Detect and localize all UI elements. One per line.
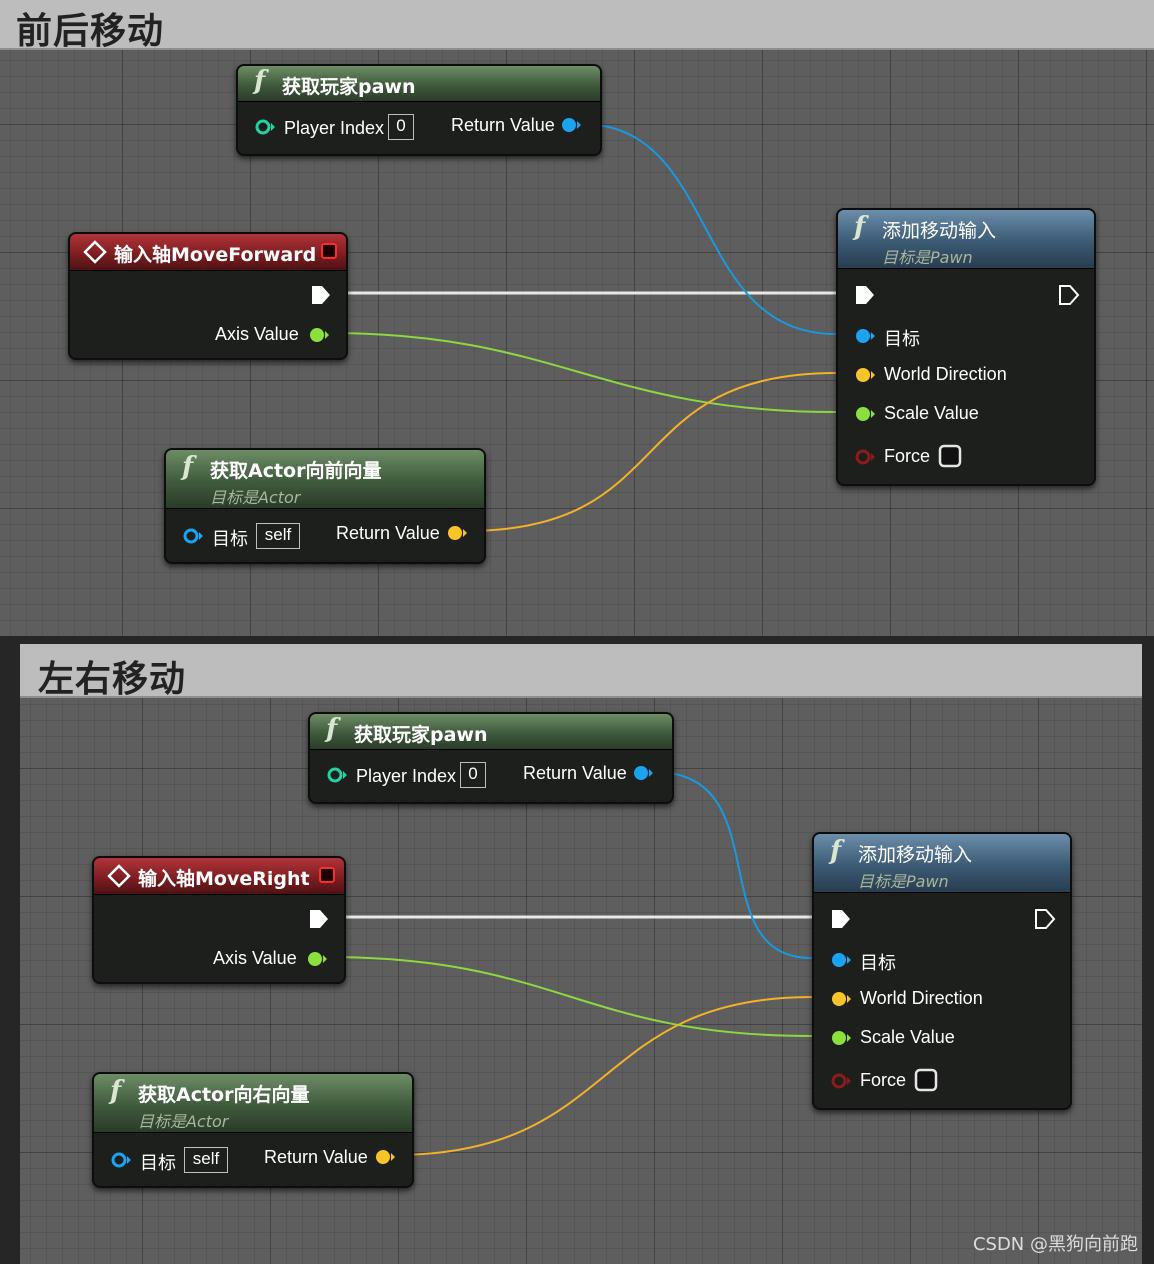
exec-out-pin-icon[interactable] <box>1034 908 1056 930</box>
delegate-pin-icon[interactable] <box>318 866 336 884</box>
node-add-movement-input[interactable]: f 添加移动输入 目标是Pawn 目标 World Direction Scal… <box>812 832 1072 1110</box>
vector-to-direction-wire <box>465 372 837 532</box>
int-pin-icon[interactable] <box>254 118 276 136</box>
function-icon: f <box>182 452 194 482</box>
function-icon: f <box>326 714 338 744</box>
return-value-label: Return Value <box>451 115 555 135</box>
node-subtitle: 目标是Pawn <box>882 248 973 267</box>
axis-to-scale-wire <box>327 332 837 413</box>
float-pin-icon[interactable] <box>830 1029 852 1047</box>
pawn-to-target-wire <box>653 771 813 959</box>
exec-in-pin-icon[interactable] <box>830 908 852 930</box>
function-icon: f <box>830 836 842 866</box>
float-pin-icon[interactable] <box>308 326 330 344</box>
pawn-to-target-wire <box>581 123 837 335</box>
target-label: 目标 <box>860 953 896 974</box>
target-self-input[interactable]: self <box>256 523 300 549</box>
event-diamond-icon <box>107 864 131 888</box>
node-input-axis-moveforward[interactable]: 输入轴MoveForward Axis Value <box>68 232 348 360</box>
world-direction-label: World Direction <box>860 988 983 1008</box>
target-label: 目标 <box>140 1153 176 1174</box>
return-value-label: Return Value <box>523 763 627 783</box>
exec-in-pin-icon[interactable] <box>854 284 876 306</box>
return-value-label: Return Value <box>264 1147 368 1167</box>
int-pin-icon[interactable] <box>326 766 348 784</box>
node-subtitle: 目标是Pawn <box>858 872 949 891</box>
node-title: 获取玩家pawn <box>354 724 488 746</box>
node-input-axis-moveright[interactable]: 输入轴MoveRight Axis Value <box>92 856 346 984</box>
vector-pin-icon[interactable] <box>854 366 876 384</box>
bool-pin-icon[interactable] <box>854 448 876 466</box>
object-pin-icon[interactable] <box>560 116 582 134</box>
target-label: 目标 <box>212 529 248 550</box>
node-get-actor-right-vector[interactable]: f 获取Actor向右向量 目标是Actor 目标 self Return Va… <box>92 1072 414 1188</box>
vector-pin-icon[interactable] <box>446 524 468 542</box>
object-pin-icon[interactable] <box>830 951 852 969</box>
object-pin-icon[interactable] <box>182 527 204 545</box>
node-get-player-pawn[interactable]: f 获取玩家pawn Player Index 0 Return Value <box>308 712 674 804</box>
force-checkbox[interactable] <box>914 1068 940 1094</box>
player-index-label: Player Index <box>356 766 457 786</box>
function-icon: f <box>254 66 266 96</box>
watermark: CSDN @黑狗向前跑 <box>972 1234 1138 1255</box>
object-pin-icon[interactable] <box>854 327 876 345</box>
node-subtitle: 目标是Actor <box>138 1112 229 1131</box>
event-diamond-icon <box>83 240 107 264</box>
float-pin-icon[interactable] <box>306 950 328 968</box>
axis-to-scale-wire <box>325 956 813 1037</box>
node-get-actor-forward-vector[interactable]: f 获取Actor向前向量 目标是Actor 目标 self Return Va… <box>164 448 486 564</box>
target-label: 目标 <box>884 329 920 350</box>
vector-pin-icon[interactable] <box>374 1148 396 1166</box>
player-index-input[interactable]: 0 <box>388 114 414 140</box>
node-title: 获取玩家pawn <box>282 76 416 98</box>
delegate-pin-icon[interactable] <box>320 242 338 260</box>
return-value-label: Return Value <box>336 523 440 543</box>
force-label: Force <box>860 1070 907 1090</box>
function-icon: f <box>854 212 866 242</box>
player-index-input[interactable]: 0 <box>460 762 486 788</box>
node-title: 输入轴MoveForward <box>114 244 317 266</box>
function-icon: f <box>110 1076 122 1106</box>
world-direction-label: World Direction <box>884 364 1007 384</box>
node-add-movement-input[interactable]: f 添加移动输入 目标是Pawn 目标 World Direction Scal… <box>836 208 1096 486</box>
vector-pin-icon[interactable] <box>830 990 852 1008</box>
float-pin-icon[interactable] <box>854 405 876 423</box>
scale-value-label: Scale Value <box>884 403 979 423</box>
force-checkbox[interactable] <box>938 444 964 470</box>
target-self-input[interactable]: self <box>184 1147 228 1173</box>
node-title: 输入轴MoveRight <box>138 868 310 890</box>
node-title: 获取Actor向右向量 <box>138 1084 310 1106</box>
axis-value-label: Axis Value <box>215 324 299 344</box>
player-index-label: Player Index <box>284 118 385 138</box>
vector-to-direction-wire <box>393 996 813 1156</box>
exec-out-pin-icon[interactable] <box>310 284 332 306</box>
object-pin-icon[interactable] <box>632 764 654 782</box>
axis-value-label: Axis Value <box>213 948 297 968</box>
exec-out-pin-icon[interactable] <box>308 908 330 930</box>
node-title: 添加移动输入 <box>858 844 973 866</box>
node-subtitle: 目标是Actor <box>210 488 301 507</box>
node-title: 获取Actor向前向量 <box>210 460 382 482</box>
object-pin-icon[interactable] <box>110 1151 132 1169</box>
force-label: Force <box>884 446 931 466</box>
bool-pin-icon[interactable] <box>830 1072 852 1090</box>
exec-out-pin-icon[interactable] <box>1058 284 1080 306</box>
scale-value-label: Scale Value <box>860 1027 955 1047</box>
node-title: 添加移动输入 <box>882 220 997 242</box>
node-get-player-pawn[interactable]: f 获取玩家pawn Player Index 0 Return Value <box>236 64 602 156</box>
